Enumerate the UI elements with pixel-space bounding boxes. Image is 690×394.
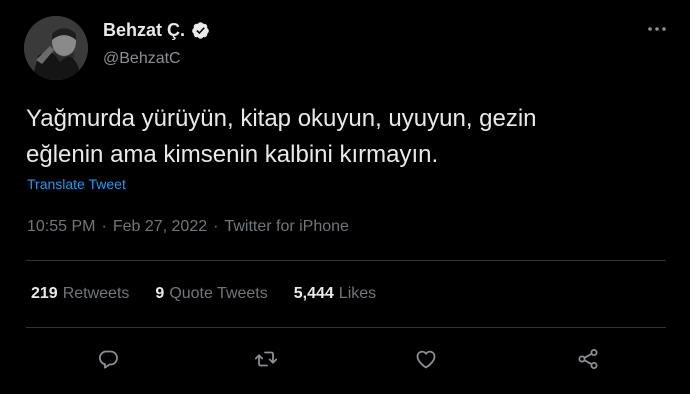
likes-count: 5,444 bbox=[293, 285, 334, 302]
like-button[interactable] bbox=[411, 344, 441, 374]
share-icon bbox=[578, 349, 598, 369]
avatar-photo bbox=[24, 16, 88, 80]
avatar[interactable] bbox=[24, 16, 88, 80]
more-options-icon[interactable] bbox=[646, 22, 668, 36]
retweets-label: Retweets bbox=[62, 285, 130, 302]
retweets-count: 219 bbox=[31, 285, 58, 302]
tweet-stats: 219 Retweets 9 Quote Tweets 5,444 Likes bbox=[31, 285, 376, 303]
tweet-date[interactable]: Feb 27, 2022 bbox=[113, 218, 207, 236]
tweet-source[interactable]: Twitter for iPhone bbox=[224, 218, 349, 236]
share-button[interactable] bbox=[573, 344, 603, 374]
author-name[interactable]: Behzat Ç. bbox=[103, 20, 185, 41]
tweet-card: Behzat Ç. @BehzatC Yağmurda yürüyün, kit… bbox=[0, 0, 690, 394]
meta-separator: · bbox=[213, 218, 219, 235]
retweets-stat[interactable]: 219 Retweets bbox=[31, 285, 129, 303]
meta-separator: · bbox=[101, 218, 107, 235]
likes-label: Likes bbox=[338, 285, 377, 302]
tweet-meta: 10:55 PM · Feb 27, 2022 · Twitter for iP… bbox=[27, 218, 349, 236]
author-name-row[interactable]: Behzat Ç. bbox=[103, 20, 210, 41]
translate-tweet-link[interactable]: Translate Tweet bbox=[27, 176, 126, 192]
reply-icon bbox=[99, 350, 118, 369]
tweet-actions bbox=[93, 344, 613, 374]
retweet-button[interactable] bbox=[251, 344, 281, 374]
author-handle[interactable]: @BehzatC bbox=[103, 50, 181, 68]
retweet-icon bbox=[254, 351, 278, 367]
quote-tweets-label: Quote Tweets bbox=[169, 285, 268, 302]
divider bbox=[26, 260, 666, 261]
verified-badge-icon bbox=[192, 22, 209, 39]
tweet-text: Yağmurda yürüyün, kitap okuyun, uyuyun, … bbox=[26, 105, 537, 168]
heart-icon bbox=[416, 350, 436, 369]
tweet-time[interactable]: 10:55 PM bbox=[27, 218, 95, 236]
reply-button[interactable] bbox=[93, 344, 123, 374]
divider bbox=[26, 327, 666, 328]
quote-tweets-count: 9 bbox=[155, 285, 165, 302]
quote-tweets-stat[interactable]: 9 Quote Tweets bbox=[155, 285, 267, 303]
likes-stat[interactable]: 5,444 Likes bbox=[294, 285, 376, 303]
